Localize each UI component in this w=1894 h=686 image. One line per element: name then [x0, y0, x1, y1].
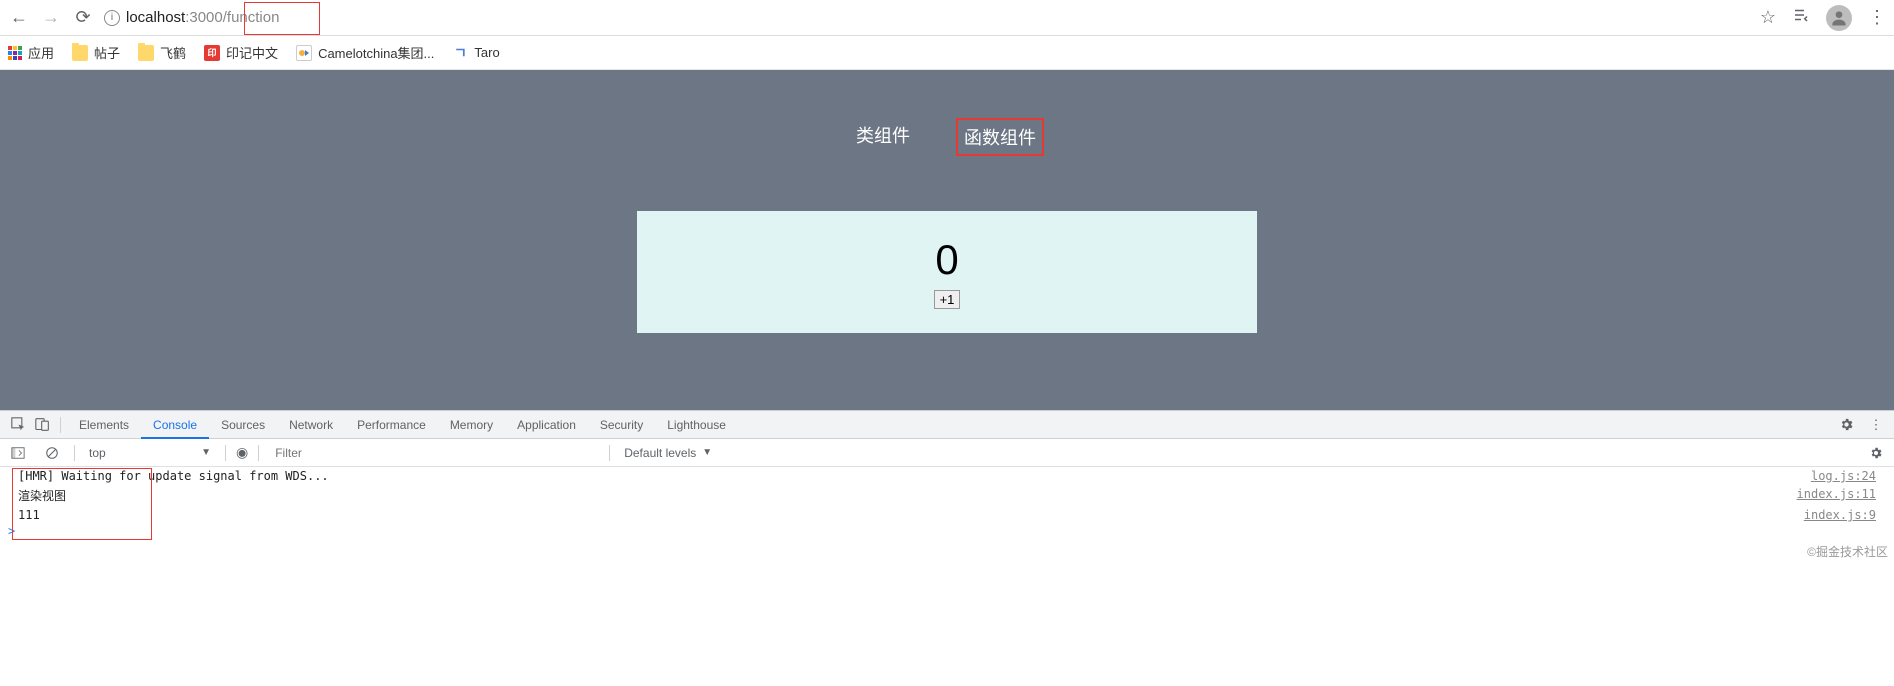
apps-icon — [8, 46, 22, 60]
tab-network[interactable]: Network — [277, 411, 345, 439]
page-content: 类组件 函数组件 0 +1 — [0, 70, 1894, 410]
site-icon: ㄱ — [452, 45, 468, 61]
tab-lighthouse[interactable]: Lighthouse — [655, 411, 738, 439]
tab-elements[interactable]: Elements — [67, 411, 141, 439]
profile-avatar-icon[interactable] — [1826, 5, 1852, 31]
site-info-icon[interactable]: i — [104, 10, 120, 26]
log-message: 111 — [18, 508, 1804, 522]
url-port: :3000 — [185, 9, 223, 26]
context-selector[interactable]: top ▼ — [85, 444, 215, 462]
log-message: 渲染视图 — [18, 487, 1797, 504]
console-toolbar: top ▼ ◉ Default levels ▼ — [0, 439, 1894, 467]
log-message: [HMR] Waiting for update signal from WDS… — [18, 469, 1811, 483]
log-source-link[interactable]: index.js:9 — [1804, 508, 1876, 522]
site-icon: 印 — [204, 45, 220, 61]
url-path: /function — [223, 9, 280, 26]
tab-sources[interactable]: Sources — [209, 411, 277, 439]
bookmark-label: Taro — [474, 45, 499, 60]
menu-kebab-icon[interactable]: ⋮ — [1868, 7, 1886, 28]
nav-link-class-component[interactable]: 类组件 — [850, 118, 916, 156]
watermark: ©掘金技术社区 — [1807, 543, 1888, 560]
bookmark-label: 飞鹤 — [160, 43, 186, 62]
console-prompt[interactable]: > — [0, 524, 1894, 538]
browser-toolbar: ← → ⟳ i localhost:3000/function ☆ ⋮ — [0, 0, 1894, 36]
chevron-down-icon: ▼ — [201, 447, 211, 458]
folder-icon — [138, 45, 154, 61]
reading-list-icon[interactable] — [1792, 6, 1810, 29]
counter-card: 0 +1 — [637, 211, 1257, 333]
context-value: top — [89, 446, 106, 460]
bookmark-star-icon[interactable]: ☆ — [1760, 7, 1776, 28]
toggle-sidebar-icon[interactable] — [6, 441, 30, 465]
devtools-menu-icon[interactable]: ⋮ — [1864, 413, 1888, 437]
settings-gear-icon[interactable] — [1834, 413, 1858, 437]
clear-console-icon[interactable] — [40, 441, 64, 465]
bookmarks-bar: 应用 帖子 飞鹤 印 印记中文 Camelotchina集团... ㄱ Taro — [0, 36, 1894, 70]
log-row: [HMR] Waiting for update signal from WDS… — [0, 467, 1894, 485]
console-settings-icon[interactable] — [1864, 441, 1888, 465]
bookmark-label: 应用 — [28, 43, 54, 62]
counter-value: 0 — [935, 236, 958, 284]
console-filter-input[interactable] — [269, 443, 599, 463]
inspect-element-icon[interactable] — [6, 413, 30, 437]
url-host: localhost — [126, 9, 185, 26]
reload-button[interactable]: ⟳ — [72, 7, 94, 28]
page-nav: 类组件 函数组件 — [0, 70, 1894, 156]
bookmark-label: Camelotchina集团... — [318, 43, 434, 62]
bookmark-label: 印记中文 — [226, 43, 278, 62]
forward-button[interactable]: → — [40, 7, 62, 28]
chevron-down-icon: ▼ — [702, 447, 712, 458]
bookmark-taro[interactable]: ㄱ Taro — [452, 45, 499, 61]
log-levels-selector[interactable]: Default levels ▼ — [620, 444, 716, 462]
log-row: 111 index.js:9 — [0, 506, 1894, 524]
console-output: [HMR] Waiting for update signal from WDS… — [0, 467, 1894, 538]
tab-performance[interactable]: Performance — [345, 411, 438, 439]
bookmark-apps[interactable]: 应用 — [8, 43, 54, 62]
levels-value: Default levels — [624, 446, 696, 460]
log-source-link[interactable]: index.js:11 — [1797, 487, 1876, 504]
devtools-tabs: Elements Console Sources Network Perform… — [0, 411, 1894, 439]
tab-security[interactable]: Security — [588, 411, 655, 439]
log-source-link[interactable]: log.js:24 — [1811, 469, 1876, 483]
live-expression-icon[interactable]: ◉ — [236, 444, 248, 461]
bookmark-feihe[interactable]: 飞鹤 — [138, 43, 186, 62]
tab-console[interactable]: Console — [141, 411, 209, 439]
tab-memory[interactable]: Memory — [438, 411, 505, 439]
nav-link-function-component[interactable]: 函数组件 — [956, 118, 1044, 156]
bookmark-camelot[interactable]: Camelotchina集团... — [296, 43, 434, 62]
bookmark-yinji[interactable]: 印 印记中文 — [204, 43, 278, 62]
log-row: 渲染视图 index.js:11 — [0, 485, 1894, 506]
devtools-panel: Elements Console Sources Network Perform… — [0, 410, 1894, 538]
tab-application[interactable]: Application — [505, 411, 588, 439]
folder-icon — [72, 45, 88, 61]
increment-button[interactable]: +1 — [934, 290, 961, 309]
device-toolbar-icon[interactable] — [30, 413, 54, 437]
address-bar[interactable]: i localhost:3000/function — [104, 9, 279, 26]
bookmark-label: 帖子 — [94, 43, 120, 62]
site-icon — [296, 45, 312, 61]
back-button[interactable]: ← — [8, 7, 30, 28]
bookmark-tiezi[interactable]: 帖子 — [72, 43, 120, 62]
